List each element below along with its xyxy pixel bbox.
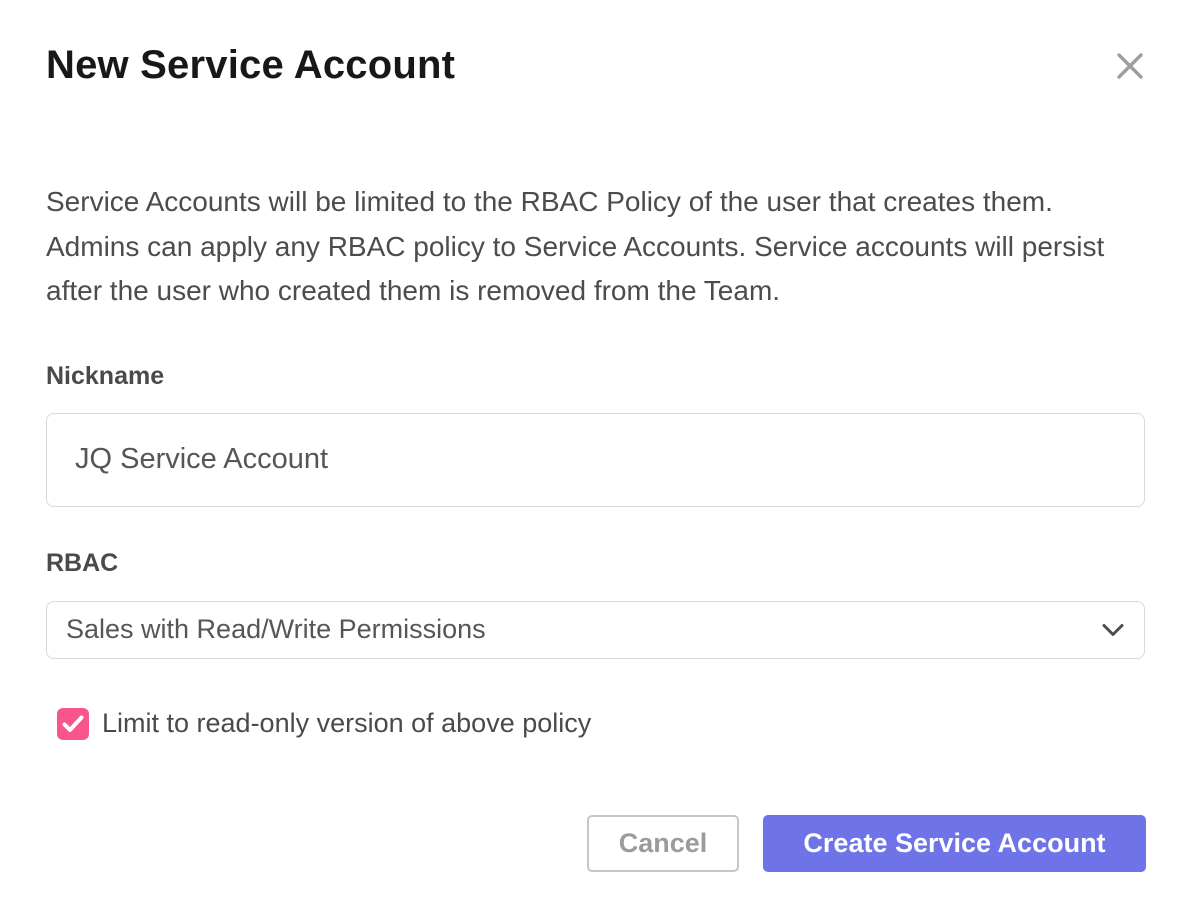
modal-title: New Service Account: [46, 40, 1145, 90]
readonly-checkbox-row[interactable]: Limit to read-only version of above poli…: [57, 708, 1145, 740]
checkbox-checked[interactable]: [57, 708, 89, 740]
create-service-account-button[interactable]: Create Service Account: [763, 815, 1146, 872]
rbac-select[interactable]: Sales with Read/Write Permissions: [46, 601, 1145, 659]
modal-footer: Cancel Create Service Account: [587, 815, 1146, 872]
new-service-account-modal: New Service Account Service Accounts wil…: [0, 0, 1190, 904]
cancel-button[interactable]: Cancel: [587, 815, 739, 872]
nickname-input[interactable]: [46, 413, 1145, 507]
rbac-label: RBAC: [46, 548, 1145, 578]
chevron-down-icon: [1102, 623, 1124, 637]
rbac-selected-value: Sales with Read/Write Permissions: [66, 614, 486, 645]
close-button[interactable]: [1112, 48, 1148, 84]
nickname-label: Nickname: [46, 361, 1145, 391]
close-icon: [1115, 51, 1145, 81]
checkmark-icon: [62, 715, 84, 733]
readonly-checkbox-label: Limit to read-only version of above poli…: [102, 708, 591, 739]
modal-description: Service Accounts will be limited to the …: [46, 180, 1145, 314]
